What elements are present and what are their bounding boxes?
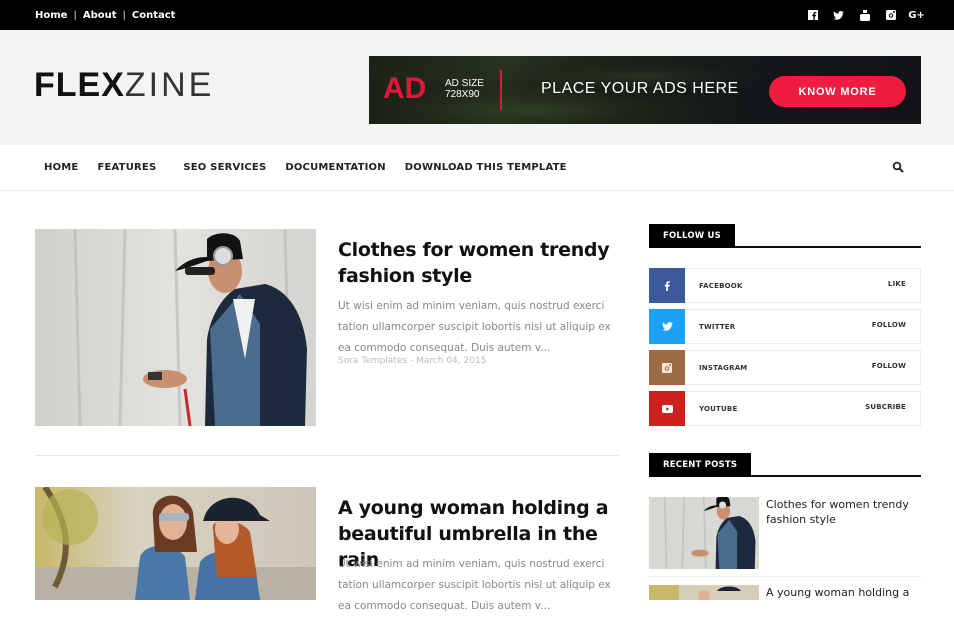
nav-item-features[interactable]: FEATURES	[97, 162, 156, 173]
site-header: FLEXZINE AD AD SIZE 728X90 PLACE YOUR ADS…	[0, 30, 954, 145]
youtube-icon[interactable]	[859, 9, 870, 21]
social-action[interactable]: LIKE	[888, 280, 906, 288]
recent-posts-widget-header: RECENT POSTS	[649, 453, 921, 477]
post-item: A young woman holding a beautiful umbrel…	[35, 487, 619, 612]
social-name: TWITTER	[699, 323, 736, 331]
widget-title: RECENT POSTS	[649, 453, 752, 477]
ad-size: AD SIZE 728X90	[445, 78, 484, 100]
facebook-icon[interactable]	[807, 10, 818, 20]
recent-image-two-women	[649, 585, 759, 600]
separator: |	[122, 9, 126, 21]
recent-post-title[interactable]: Clothes for women trendy fashion style	[766, 497, 921, 527]
nav-item-download-template[interactable]: DOWNLOAD THIS TEMPLATE	[405, 162, 567, 173]
post-meta: Sora Templates - March 04, 2015	[338, 356, 487, 366]
post-excerpt: Ut wisi enim ad minim veniam, quis nostr…	[338, 300, 611, 354]
logo-bold: FLEX	[34, 66, 125, 104]
nav-item-home[interactable]: HOME	[44, 162, 78, 173]
ad-headline: PLACE YOUR ADS HERE	[541, 80, 739, 97]
social-name: FACEBOOK	[699, 282, 743, 290]
nav-item-seo-services[interactable]: SEO SERVICES	[183, 162, 266, 173]
main-nav: HOME FEATURES SEO SERVICES DOCUMENTATION…	[0, 145, 954, 191]
twitter-icon[interactable]	[833, 10, 844, 20]
google-plus-icon[interactable]: G+	[908, 10, 925, 21]
top-link-about[interactable]: About	[83, 10, 117, 21]
youtube-icon	[649, 391, 685, 426]
follow-us-widget-header: FOLLOW US	[649, 224, 921, 248]
recent-post-thumbnail[interactable]	[649, 497, 759, 569]
ad-divider	[500, 70, 502, 110]
social-links-top: G+	[807, 0, 925, 30]
twitter-icon	[649, 309, 685, 344]
logo-thin: ZINE	[124, 66, 215, 104]
ad-label: AD	[383, 72, 427, 105]
ad-size-line1: AD SIZE	[445, 78, 484, 89]
top-bar: Home | About | Contact G+	[0, 0, 954, 30]
top-link-home[interactable]: Home	[35, 10, 67, 21]
widget-title: FOLLOW US	[649, 224, 735, 248]
social-name: INSTAGRAM	[699, 364, 748, 372]
social-row-youtube[interactable]: YOUTUBE SUBCRIBE	[649, 391, 921, 426]
recent-post-item[interactable]: Clothes for women trendy fashion style	[649, 497, 921, 569]
top-link-contact[interactable]: Contact	[132, 10, 176, 21]
post-divider	[35, 455, 619, 456]
post-image-man-headphones	[35, 229, 316, 426]
social-name: YOUTUBE	[699, 405, 738, 413]
recent-divider	[649, 576, 921, 577]
recent-post-thumbnail[interactable]	[649, 585, 759, 600]
social-row-instagram[interactable]: INSTAGRAM FOLLOW	[649, 350, 921, 385]
social-row-twitter[interactable]: TWITTER FOLLOW	[649, 309, 921, 344]
ad-banner[interactable]: AD AD SIZE 728X90 PLACE YOUR ADS HERE KNO…	[369, 56, 921, 124]
recent-post-item[interactable]: A young woman holding a	[649, 585, 921, 600]
facebook-icon	[649, 268, 685, 303]
separator: |	[73, 9, 77, 21]
nav-menu: HOME FEATURES SEO SERVICES DOCUMENTATION…	[44, 145, 567, 190]
recent-image-man-headphones	[649, 497, 759, 569]
post-title[interactable]: Clothes for women trendy fashion style	[338, 237, 618, 289]
nav-item-documentation[interactable]: DOCUMENTATION	[285, 162, 385, 173]
post-thumbnail[interactable]	[35, 487, 316, 600]
top-links: Home | About | Contact	[35, 0, 175, 30]
site-logo[interactable]: FLEXZINE	[34, 68, 214, 102]
post-excerpt: Ut wisi enim ad minim veniam, quis nostr…	[338, 558, 611, 612]
social-action[interactable]: FOLLOW	[872, 362, 906, 370]
instagram-icon	[649, 350, 685, 385]
social-action[interactable]: SUBCRIBE	[865, 403, 906, 411]
search-icon[interactable]	[892, 161, 904, 173]
social-action[interactable]: FOLLOW	[872, 321, 906, 329]
post-item: Clothes for women trendy fashion style U…	[35, 229, 619, 426]
post-image-two-women	[35, 487, 316, 600]
social-row-facebook[interactable]: FACEBOOK LIKE	[649, 268, 921, 303]
recent-post-title[interactable]: A young woman holding a	[766, 585, 921, 600]
know-more-button[interactable]: KNOW MORE	[769, 76, 906, 107]
instagram-icon[interactable]	[885, 10, 896, 20]
post-thumbnail[interactable]	[35, 229, 316, 426]
ad-size-line2: 728X90	[445, 89, 480, 100]
